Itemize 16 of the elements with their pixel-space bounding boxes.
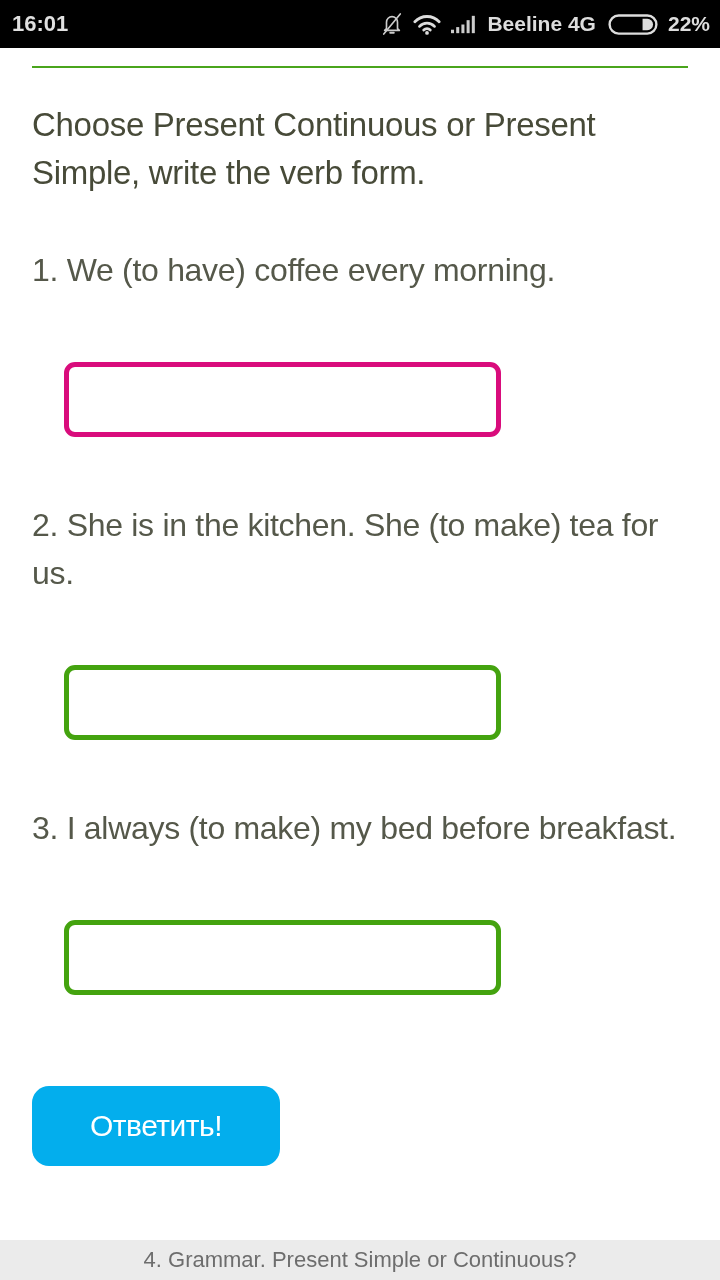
question-text: 1. We (to have) coffee every morning. xyxy=(32,251,557,290)
answer-field[interactable] xyxy=(64,362,501,437)
status-time: 16:01 xyxy=(12,11,69,37)
signal-icon xyxy=(451,14,478,34)
battery-percent: 22% xyxy=(667,12,710,36)
wifi-icon xyxy=(413,13,442,35)
question-text: 2. She is in the kitchen. She (to make) tea for us. xyxy=(32,506,660,593)
carrier-name: Beeline 4G xyxy=(487,12,596,36)
question-text: 3. I always (to make) my bed before breakfast. xyxy=(32,809,678,848)
answer-field[interactable] xyxy=(64,665,501,740)
submit-button[interactable]: Ответить! xyxy=(32,1086,280,1166)
answer-field[interactable] xyxy=(64,920,501,995)
bell-off-icon xyxy=(381,11,404,37)
footer-title: 4. Grammar. Present Simple or Continuous? xyxy=(143,1247,577,1273)
battery-icon xyxy=(607,13,658,35)
instruction-text: Choose Present Continuous or Present Simple, write the verb form. xyxy=(32,105,597,193)
